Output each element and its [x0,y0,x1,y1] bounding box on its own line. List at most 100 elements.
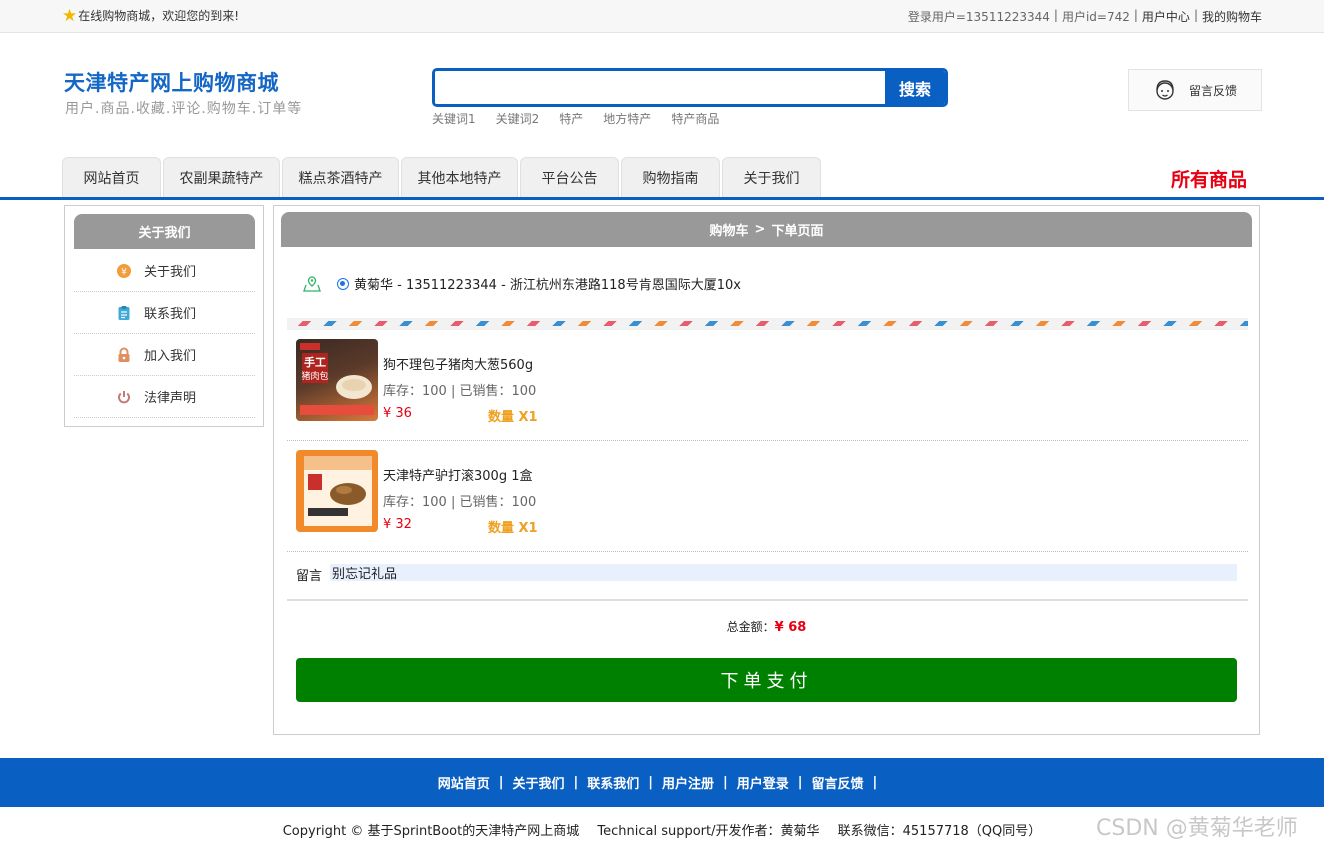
svg-text:猪肉包: 猪肉包 [301,370,328,382]
address-radio[interactable] [337,277,349,290]
sidebar-item-label: 加入我们 [144,349,197,364]
separator: | [872,775,878,790]
clipboard-icon [118,305,130,320]
breadcrumb-separator: > [754,222,766,237]
footer-link-login[interactable]: 用户登录 [737,773,789,792]
footer-link-register[interactable]: 用户注册 [662,773,714,792]
sidebar-item-join[interactable]: 加入我们 [74,334,255,376]
my-cart-link[interactable]: 我的购物车 [1202,8,1262,25]
separator: | [498,775,504,790]
feedback-label: 留言反馈 [1189,83,1238,98]
svg-text:手工: 手工 [304,355,326,369]
product-quantity: 数量 X1 [488,521,538,536]
total-amount: ¥ 68 [774,620,807,635]
footer-link-feedback[interactable]: 留言反馈 [812,773,864,792]
order-total: 总金额：¥ 68 [274,618,1259,635]
nav-divider [0,197,1324,200]
hot-keyword[interactable]: 地方特产 [603,110,651,127]
sidebar-item-about[interactable]: ¥ 关于我们 [74,250,255,292]
contact-text: 联系微信：45157718（QQ同号） [837,824,1042,839]
user-links: 登录用户=13511223344 | 用户id=742 | 用户中心 | 我的购… [908,8,1262,25]
sidebar-item-label: 关于我们 [144,265,197,280]
nav-item-announcement[interactable]: 平台公告 [520,157,619,197]
nav-item-other[interactable]: 其他本地特产 [401,157,518,197]
total-label: 总金额： [726,620,775,634]
top-bar: ★ 在线购物商城，欢迎您的到来! 登录用户=13511223344 | 用户id… [0,0,1324,33]
user-center-link[interactable]: 用户中心 [1142,8,1190,25]
pastry-box-image [304,456,372,526]
main-nav: 网站首页 农副果蔬特产 糕点茶酒特产 其他本地特产 平台公告 购物指南 关于我们 [62,157,821,197]
separator: | [723,775,728,790]
breadcrumb-cart[interactable]: 购物车 [710,220,749,239]
product-price: ¥ 36 [383,406,412,421]
customer-service-icon [1156,80,1174,100]
hot-keyword[interactable]: 关键词1 [432,110,476,127]
separator: | [573,775,579,790]
separator: | [1053,8,1058,22]
sidebar-item-label: 联系我们 [144,307,197,322]
sidebar-title: 关于我们 [74,214,255,249]
site-subtitle: 用户.商品.收藏.评论.购物车.订单等 [65,101,303,117]
separator: | [797,775,803,790]
nav-item-about[interactable]: 关于我们 [722,157,821,197]
star-icon: ★ [62,5,78,26]
nav-item-guide[interactable]: 购物指南 [621,157,720,197]
place-order-button[interactable]: 下单支付 [296,658,1237,702]
product-stock: 库存：100 | 已销售：100 [383,495,537,510]
order-note: 留言 [287,551,1248,601]
hot-keyword[interactable]: 特产 [559,110,583,127]
product-name[interactable]: 天津特产驴打滚300g 1盒 [383,465,532,484]
address-text: 黄菊华 - 13511223344 - 浙江杭州东港路118号肯恩国际大厦10x [354,278,741,293]
separator: | [1193,8,1198,22]
site-title[interactable]: 天津特产网上购物商城 [64,67,279,97]
all-goods-link[interactable]: 所有商品 [1171,165,1247,192]
footer-links: 网站首页 | 关于我们 | 联系我们 | 用户注册 | 用户登录 | 留言反馈 | [0,758,1324,807]
nav-item-pastry[interactable]: 糕点茶酒特产 [282,157,399,197]
separator: | [648,775,653,790]
search-button[interactable]: 搜索 [885,71,945,104]
lock-icon [118,347,130,362]
search-input[interactable] [435,71,885,104]
product-price: ¥ 32 [383,517,412,532]
watermark: CSDN @黄菊华老师 [1096,816,1298,841]
note-input[interactable] [330,564,1237,581]
product-name[interactable]: 狗不理包子猪肉大葱560g [383,354,533,373]
welcome-message: ★ 在线购物商城，欢迎您的到来! [62,7,239,24]
dumpling-image: 手工 猪肉包 [300,343,374,415]
envelope-stripe [287,318,1248,330]
address-option[interactable]: 黄菊华 - 13511223344 - 浙江杭州东港路118号肯恩国际大厦10x [303,274,741,293]
footer-link-about[interactable]: 关于我们 [512,773,564,792]
breadcrumb-current: 下单页面 [771,224,824,239]
sidebar-item-contact[interactable]: 联系我们 [74,292,255,334]
product-image[interactable] [296,450,378,532]
welcome-text: 在线购物商城，欢迎您的到来! [78,9,240,23]
hot-keyword[interactable]: 关键词2 [496,110,540,127]
user-id-text: 用户id=742 [1061,10,1130,24]
login-user-text: 登录用户=13511223344 [907,10,1050,24]
product-stock: 库存：100 | 已销售：100 [383,384,537,399]
coin-icon: ¥ [117,263,131,278]
feedback-button[interactable]: 留言反馈 [1128,69,1262,111]
nav-item-home[interactable]: 网站首页 [62,157,161,197]
sidebar: 关于我们 ¥ 关于我们 联系我们 加入我们 法律声明 [64,205,264,427]
product-quantity: 数量 X1 [488,410,538,425]
nav-item-farm[interactable]: 农副果蔬特产 [163,157,280,197]
footer-link-contact[interactable]: 联系我们 [587,773,639,792]
note-label: 留言 [296,569,323,584]
hot-keyword[interactable]: 特产商品 [671,110,719,127]
power-icon [118,390,130,403]
location-icon [303,275,321,292]
copyright-text: Copyright © 基于SprintBoot的天津特产网上商城 [282,824,580,839]
sidebar-item-legal[interactable]: 法律声明 [74,376,255,418]
hot-keywords: 关键词1 关键词2 特产 地方特产 特产商品 [432,110,719,127]
search-box: 搜索 [432,68,948,107]
sidebar-item-label: 法律声明 [144,391,197,406]
order-panel: 购物车 > 下单页面 黄菊华 - 13511223344 - 浙江杭州东港路11… [273,205,1260,735]
separator: | [1133,8,1138,22]
product-row: 手工 猪肉包 狗不理包子猪肉大葱560g 库存：100 | 已销售：100 ¥ … [287,330,1248,441]
svg-text:¥: ¥ [121,267,127,277]
product-image[interactable]: 手工 猪肉包 [296,339,378,421]
footer-link-home[interactable]: 网站首页 [438,773,490,792]
product-row: 天津特产驴打滚300g 1盒 库存：100 | 已销售：100 ¥ 32 数量 … [287,441,1248,552]
breadcrumb: 购物车 > 下单页面 [281,212,1252,247]
